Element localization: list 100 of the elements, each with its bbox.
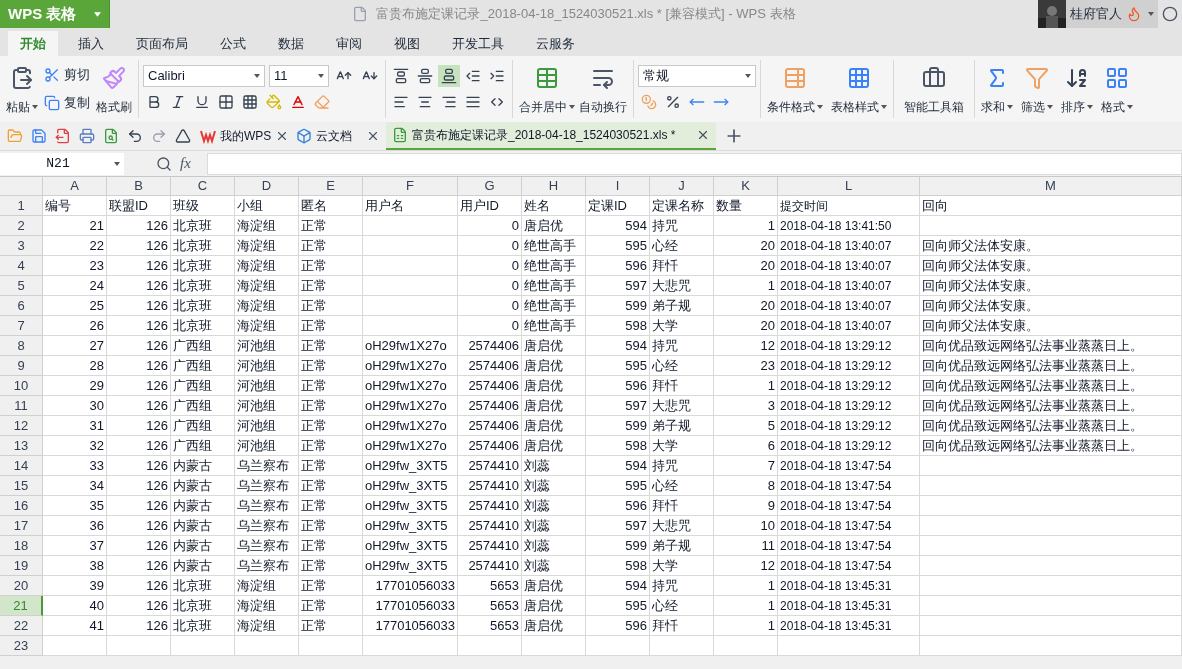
ribbon-tab[interactable]: 视图 bbox=[382, 31, 432, 56]
column-header[interactable]: B bbox=[107, 177, 171, 196]
table-cell: 2574410 bbox=[458, 516, 522, 536]
row-header[interactable]: 7 bbox=[0, 316, 43, 336]
row-header[interactable]: 18 bbox=[0, 536, 43, 556]
column-header[interactable]: J bbox=[650, 177, 714, 196]
row-header[interactable]: 22 bbox=[0, 616, 43, 636]
table-cell: 回向师父法体安康。 bbox=[920, 236, 1182, 256]
row-header[interactable]: 20 bbox=[0, 576, 43, 596]
table-cell: 17701056033 bbox=[363, 596, 458, 616]
row-header[interactable]: 9 bbox=[0, 356, 43, 376]
document-tab[interactable]: 我的WPS bbox=[194, 122, 290, 150]
table-cell: 2574406 bbox=[458, 416, 522, 436]
row-header[interactable]: 23 bbox=[0, 636, 43, 656]
ribbon-tab[interactable]: 开始 bbox=[8, 31, 58, 56]
sort-button[interactable]: 排序 bbox=[1059, 62, 1095, 116]
row-header[interactable]: 12 bbox=[0, 416, 43, 436]
table-cell: 正常 bbox=[299, 416, 363, 436]
row-header[interactable]: 2 bbox=[0, 216, 43, 236]
table-style-button[interactable]: 表格样式 bbox=[829, 62, 889, 116]
table-cell: 弟子规 bbox=[650, 416, 714, 436]
column-header[interactable]: L bbox=[778, 177, 920, 196]
row-header[interactable]: 19 bbox=[0, 556, 43, 576]
row-header[interactable]: 17 bbox=[0, 516, 43, 536]
row-header[interactable]: 3 bbox=[0, 236, 43, 256]
column-header[interactable]: M bbox=[920, 177, 1182, 196]
table-cell: 126 bbox=[107, 516, 171, 536]
table-cell: 2574406 bbox=[458, 436, 522, 456]
column-header[interactable]: G bbox=[458, 177, 522, 196]
row-header[interactable]: 15 bbox=[0, 476, 43, 496]
column-header[interactable]: E bbox=[299, 177, 363, 196]
ribbon-tab[interactable]: 云服务 bbox=[524, 31, 587, 56]
table-cell: oH29fw1X27o bbox=[363, 356, 458, 376]
table-cell: 正常 bbox=[299, 276, 363, 296]
table-cell: 海淀组 bbox=[235, 216, 299, 236]
row-header[interactable]: 6 bbox=[0, 296, 43, 316]
table-cell: 姓名 bbox=[522, 196, 586, 216]
ribbon-tab[interactable]: 页面布局 bbox=[124, 31, 200, 56]
user-button[interactable]: 桂府官人 bbox=[1038, 0, 1158, 28]
merge-center-button[interactable]: 合并居中 bbox=[517, 62, 577, 116]
row-header[interactable]: 14 bbox=[0, 456, 43, 476]
column-header[interactable]: K bbox=[714, 177, 778, 196]
font-size-field[interactable]: 11 bbox=[269, 65, 329, 87]
cut-button[interactable]: 剪切 bbox=[40, 63, 94, 87]
wrap-text-button[interactable]: 自动换行 bbox=[577, 62, 629, 116]
ribbon-tab[interactable]: 数据 bbox=[266, 31, 316, 56]
ribbon-tab[interactable]: 开发工具 bbox=[440, 31, 516, 56]
table-cell: 编号 bbox=[43, 196, 107, 216]
paste-button[interactable]: 粘贴 bbox=[4, 62, 40, 116]
table-cell: 23 bbox=[714, 356, 778, 376]
table-cell: 126 bbox=[107, 296, 171, 316]
table-cell: 9 bbox=[714, 496, 778, 516]
table-cell: 海淀组 bbox=[235, 236, 299, 256]
format-painter-button[interactable]: 格式刷 bbox=[94, 62, 134, 116]
table-cell: 海淀组 bbox=[235, 316, 299, 336]
column-header[interactable]: H bbox=[522, 177, 586, 196]
column-header[interactable]: A bbox=[43, 177, 107, 196]
font-name-field[interactable]: Calibri bbox=[143, 65, 265, 87]
table-cell: 0 bbox=[458, 236, 522, 256]
table-cell: 126 bbox=[107, 616, 171, 636]
row-header[interactable]: 10 bbox=[0, 376, 43, 396]
copy-button[interactable]: 复制 bbox=[40, 91, 94, 115]
table-cell: 22 bbox=[43, 236, 107, 256]
table-cell: 正常 bbox=[299, 256, 363, 276]
conditional-format-button[interactable]: 条件格式 bbox=[765, 62, 825, 116]
column-header[interactable]: C bbox=[171, 177, 235, 196]
table-cell: 2018-04-18 13:40:07 bbox=[778, 256, 920, 276]
row-header[interactable]: 5 bbox=[0, 276, 43, 296]
row-header[interactable]: 11 bbox=[0, 396, 43, 416]
row-header[interactable]: 1 bbox=[0, 196, 43, 216]
format-button[interactable]: 格式 bbox=[1099, 62, 1135, 116]
table-cell: 刘蕊 bbox=[522, 516, 586, 536]
row-header[interactable]: 8 bbox=[0, 336, 43, 356]
ribbon-tab[interactable]: 公式 bbox=[208, 31, 258, 56]
table-cell: 定课名称 bbox=[650, 196, 714, 216]
ribbon-tab[interactable]: 审阅 bbox=[324, 31, 374, 56]
table-cell: 海淀组 bbox=[235, 296, 299, 316]
column-header[interactable]: D bbox=[235, 177, 299, 196]
filter-button[interactable]: 筛选 bbox=[1019, 62, 1055, 116]
table-cell: 北京班 bbox=[171, 236, 235, 256]
table-cell: 30 bbox=[43, 396, 107, 416]
column-header[interactable]: F bbox=[363, 177, 458, 196]
table-cell: 大学 bbox=[650, 316, 714, 336]
document-tab[interactable]: 富贵布施定课记录_2018-04-18_1524030521.xls * bbox=[386, 122, 716, 150]
toolbox-button[interactable]: 智能工具箱 bbox=[902, 62, 966, 116]
name-box[interactable]: N21 bbox=[0, 152, 124, 175]
table-cell: 数量 bbox=[714, 196, 778, 216]
number-format-field[interactable]: 常规 bbox=[638, 65, 756, 87]
row-header[interactable]: 13 bbox=[0, 436, 43, 456]
row-header[interactable]: 16 bbox=[0, 496, 43, 516]
table-cell: 正常 bbox=[299, 516, 363, 536]
table-cell: 绝世高手 bbox=[522, 316, 586, 336]
ribbon-tab[interactable]: 插入 bbox=[66, 31, 116, 56]
table-cell: 正常 bbox=[299, 456, 363, 476]
sum-button[interactable]: 求和 bbox=[979, 62, 1015, 116]
function-button[interactable]: fx bbox=[180, 152, 191, 175]
column-header[interactable]: I bbox=[586, 177, 650, 196]
document-tab[interactable]: 云文档 bbox=[290, 122, 386, 150]
table-cell: 心经 bbox=[650, 596, 714, 616]
row-header[interactable]: 4 bbox=[0, 256, 43, 276]
